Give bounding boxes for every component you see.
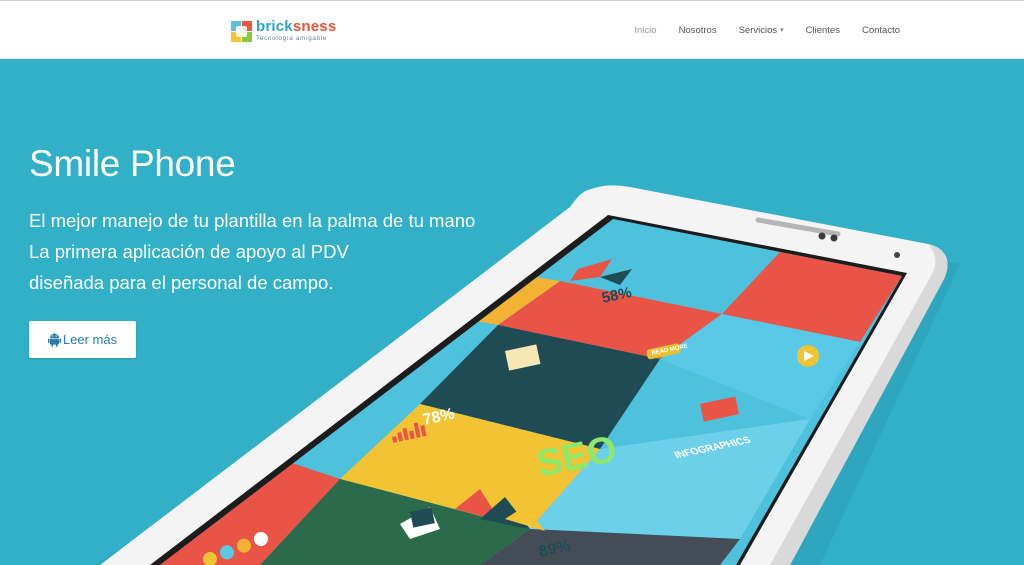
hero-title: Smile Phone (29, 143, 236, 184)
bricks-logo-icon (231, 20, 252, 42)
hero-subtitle: El mejor manejo de tu plantilla en la pa… (29, 205, 475, 298)
nav-item-clientes[interactable]: Clientes (806, 25, 840, 36)
caret-down-icon: ▾ (780, 27, 784, 34)
site-header: bricksness Tecnología amigable Inicio No… (0, 0, 1024, 59)
hero-banner: 58% 78% SEO INFOGRAPHICS 89% READ MORE S… (0, 59, 1024, 565)
nav-item-servicios[interactable]: Servicios ▾ (739, 25, 784, 36)
android-icon (47, 333, 61, 347)
leer-mas-label: Leer más (62, 332, 118, 347)
nav-item-contacto[interactable]: Contacto (862, 25, 900, 36)
hero-subtitle-line-3: diseñada para el personal de campo. (29, 272, 334, 293)
main-nav: Inicio Nosotros Servicios ▾ Clientes Cont… (612, 1, 900, 59)
hero-subtitle-line-2: La primera aplicación de apoyo al PDV (29, 241, 349, 262)
nav-item-inicio[interactable]: Inicio (634, 25, 656, 36)
phone-illustration: 58% 78% SEO INFOGRAPHICS 89% READ MORE (95, 185, 960, 565)
hero-subtitle-line-1: El mejor manejo de tu plantilla en la pa… (29, 210, 476, 231)
brand-logo[interactable]: bricksness Tecnología amigable (231, 18, 336, 44)
brand-tagline: Tecnología amigable (256, 35, 328, 43)
nav-item-nosotros[interactable]: Nosotros (679, 25, 717, 36)
brand-name: bricksness (256, 18, 337, 36)
leer-mas-button[interactable]: Leer más (29, 321, 136, 358)
nav-item-servicios-label: Servicios (738, 24, 778, 36)
